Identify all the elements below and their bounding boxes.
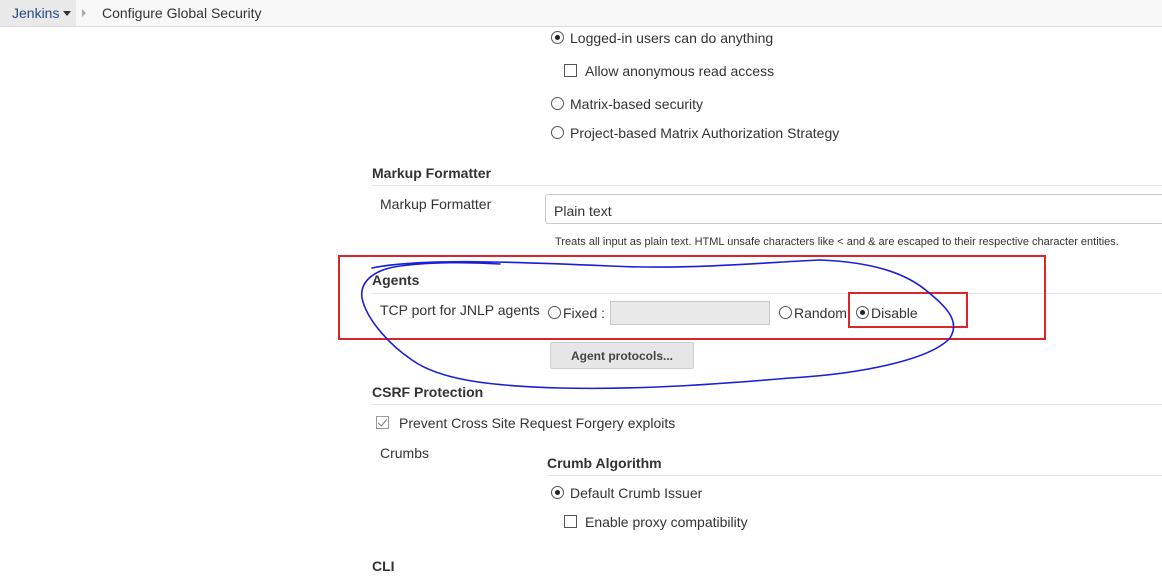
annotation-blue-ink-circle xyxy=(361,259,955,390)
